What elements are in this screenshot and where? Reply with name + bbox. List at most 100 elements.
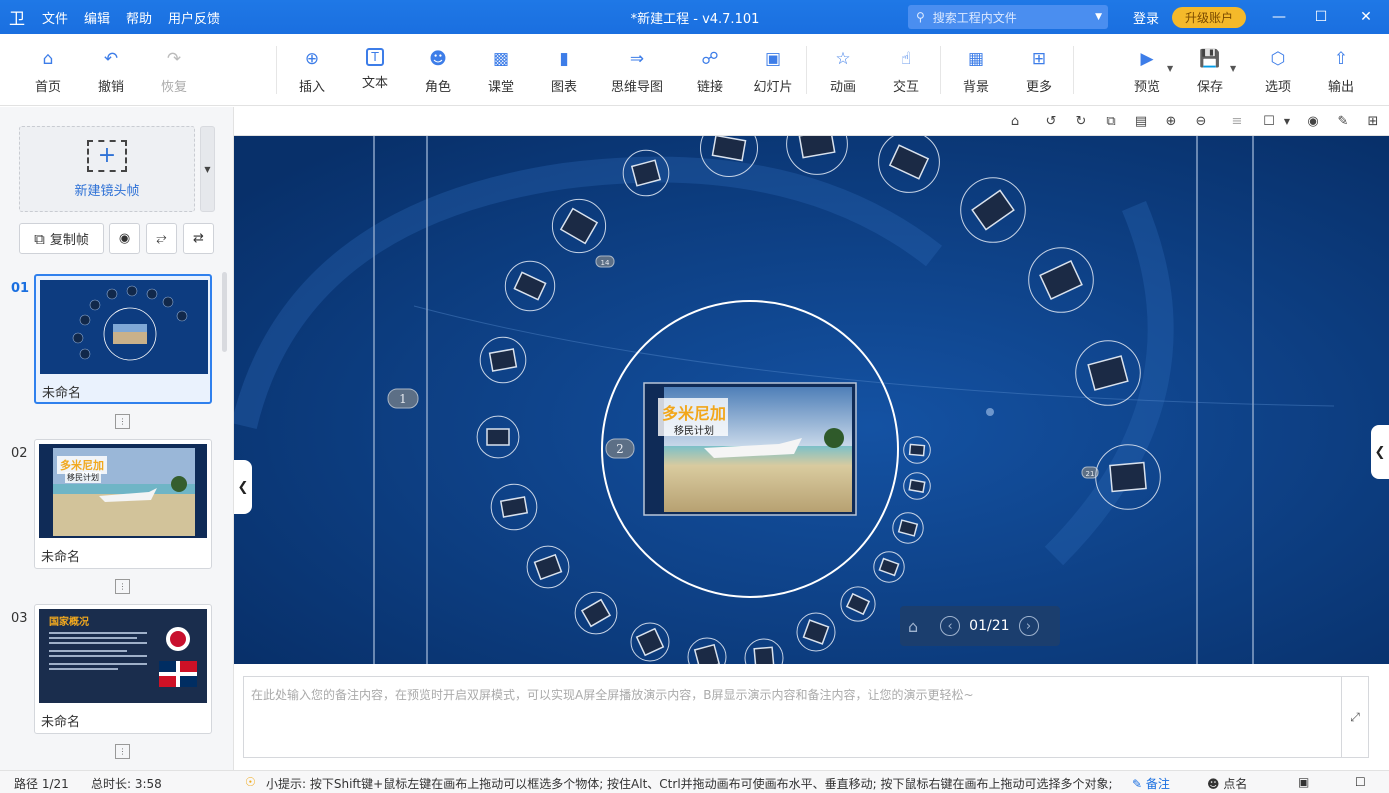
crop-icon[interactable]: ⊞ bbox=[1364, 112, 1382, 130]
chevron-down-icon[interactable]: ▼ bbox=[1095, 12, 1102, 22]
login-button[interactable]: 登录 bbox=[1133, 8, 1159, 27]
close-icon[interactable]: ✕ bbox=[1343, 0, 1389, 34]
zoom-in-icon[interactable]: ⊕ bbox=[1162, 112, 1180, 130]
menu-bar: 文件 编辑 帮助 用户反馈 bbox=[34, 8, 228, 27]
fit-frame-icon[interactable]: ⥂ bbox=[146, 223, 177, 254]
home-label: 首页 bbox=[34, 80, 61, 95]
transition-icon[interactable]: ⋮ bbox=[115, 414, 130, 429]
paste-icon[interactable]: ▤ bbox=[1132, 112, 1150, 130]
home-icon: ⌂ bbox=[42, 49, 54, 69]
search-input[interactable]: ⚲ 搜索工程内文件 ▼ bbox=[908, 5, 1108, 29]
frame-counter: 01/21 bbox=[969, 618, 1010, 634]
link-button[interactable]: ☍ 链接 bbox=[680, 48, 740, 96]
slide-thumbnail[interactable]: 国家概况 未命名 bbox=[34, 604, 212, 734]
export-button[interactable]: ⇧ 输出 bbox=[1311, 48, 1371, 96]
slide-name: 未命名 bbox=[42, 386, 82, 401]
redo-label: 恢复 bbox=[160, 80, 187, 95]
slide-subtitle: 移民计划 bbox=[65, 472, 101, 483]
copy-icon[interactable]: ⧉ bbox=[1102, 112, 1120, 130]
class-button[interactable]: ▩ 课堂 bbox=[471, 48, 531, 96]
camera-icon[interactable]: ◉ bbox=[1304, 112, 1322, 130]
path-indicator: 路径 1/21 bbox=[14, 777, 69, 791]
frame-thumbnail[interactable] bbox=[499, 496, 529, 518]
slides-label: 幻灯片 bbox=[753, 80, 793, 95]
camera-icon[interactable]: ◉ bbox=[109, 223, 140, 254]
main-title[interactable]: 多米尼加 bbox=[662, 404, 726, 423]
scrollbar[interactable] bbox=[222, 272, 227, 352]
chart-button[interactable]: ▮ 图表 bbox=[534, 48, 594, 96]
rollcall-button[interactable]: ☻ 点名 bbox=[1207, 775, 1247, 792]
rotate-left-icon[interactable]: ↺ bbox=[1042, 112, 1060, 130]
frame-thumbnail[interactable] bbox=[1109, 461, 1147, 493]
rotate-right-icon[interactable]: ↻ bbox=[1072, 112, 1090, 130]
zoom-out-icon[interactable]: ⊖ bbox=[1192, 112, 1210, 130]
home-icon[interactable]: ⌂ bbox=[1006, 112, 1024, 130]
frame-thumbnail[interactable] bbox=[753, 646, 775, 664]
editing-canvas[interactable]: 1 2 多米尼加 移民计划 14 21 bbox=[234, 136, 1389, 664]
redo-button[interactable]: ↷ 恢复 bbox=[144, 48, 204, 96]
total-duration: 总时长: 3:58 bbox=[91, 777, 162, 791]
copy-frame-button[interactable]: ⧉ 复制帧 bbox=[19, 223, 104, 254]
canvas-toolbar: ⌂ ↺ ↻ ⧉ ▤ ⊕ ⊖ ≡ ☐ ▼ ◉ ✎ ⊞ bbox=[234, 107, 1389, 136]
frame-thumbnail[interactable] bbox=[486, 428, 510, 446]
collapse-left-icon[interactable]: ❮ bbox=[234, 460, 252, 514]
collapse-right-icon[interactable]: ❮ bbox=[1371, 425, 1389, 479]
notes-toggle[interactable]: ✎ 备注 bbox=[1132, 775, 1170, 792]
chevron-down-icon[interactable]: ▼ bbox=[1167, 64, 1173, 73]
text-button[interactable]: T 文本 bbox=[345, 48, 405, 96]
main-subtitle[interactable]: 移民计划 bbox=[674, 424, 714, 437]
chevron-down-icon[interactable]: ▼ bbox=[1278, 112, 1296, 130]
interact-button[interactable]: ☝ 交互 bbox=[876, 48, 936, 96]
edit-icon[interactable]: ✎ bbox=[1334, 112, 1352, 130]
overview-preview bbox=[40, 280, 208, 374]
slides-button[interactable]: ▣ 幻灯片 bbox=[743, 48, 803, 96]
upgrade-button[interactable]: 升级账户 bbox=[1172, 7, 1246, 28]
chevron-down-icon[interactable]: ▼ bbox=[1230, 64, 1236, 73]
transition-icon[interactable]: ⋮ bbox=[115, 744, 130, 759]
new-frame-button[interactable]: + 新建镜头帧 bbox=[19, 126, 195, 212]
screen-icon[interactable]: ▣ bbox=[1298, 775, 1309, 789]
export-label: 输出 bbox=[1327, 80, 1354, 95]
mindmap-button[interactable]: ⇒ 思维导图 bbox=[607, 48, 667, 96]
menu-feedback[interactable]: 用户反馈 bbox=[160, 8, 228, 27]
slide-thumbnail[interactable]: 未命名 bbox=[34, 274, 212, 404]
home-icon[interactable]: ⌂ bbox=[908, 617, 918, 636]
expand-icon[interactable]: ⤢ bbox=[1342, 676, 1369, 758]
menu-help[interactable]: 帮助 bbox=[118, 8, 160, 27]
lock-icon[interactable]: ☐ bbox=[1260, 112, 1278, 130]
role-button[interactable]: ☻ 角色 bbox=[408, 48, 468, 96]
maximize-icon[interactable]: ☐ bbox=[1298, 0, 1344, 34]
text-label: 文本 bbox=[361, 76, 388, 91]
frame-thumbnail[interactable] bbox=[908, 478, 926, 494]
align-icon[interactable]: ≡ bbox=[1228, 112, 1246, 130]
insert-button[interactable]: ⊕ 插入 bbox=[282, 48, 342, 96]
frame-thumbnail[interactable] bbox=[488, 348, 518, 372]
menu-edit[interactable]: 编辑 bbox=[76, 8, 118, 27]
notes-input[interactable]: 在此处输入您的备注内容，在预览时开启双屏模式，可以实现A屏全屏播放演示内容，B屏… bbox=[243, 676, 1342, 758]
more-button[interactable]: ⊞ 更多 bbox=[1009, 48, 1069, 96]
toolbar-divider bbox=[276, 46, 277, 94]
undo-button[interactable]: ↶ 撤销 bbox=[81, 48, 141, 96]
animation-button[interactable]: ☆ 动画 bbox=[813, 48, 873, 96]
center-dot bbox=[986, 408, 994, 416]
copy-icon: ⧉ bbox=[34, 229, 45, 248]
frame-thumbnail[interactable] bbox=[711, 136, 747, 162]
slide-thumbnail[interactable]: 多米尼加 移民计划 未命名 bbox=[34, 439, 212, 569]
menu-file[interactable]: 文件 bbox=[34, 8, 76, 27]
app-logo-icon: 卫 bbox=[8, 9, 25, 28]
unlock-icon[interactable]: ☐ bbox=[1355, 775, 1366, 789]
frames-panel: + 新建镜头帧 ▼ ⧉ 复制帧 ◉ ⥂ ⇄ 01 未命名 ⋮ 02 多米尼加 移… bbox=[0, 107, 234, 770]
star-icon: ☆ bbox=[835, 49, 851, 69]
add-frame-icon: + bbox=[87, 139, 127, 172]
transition-icon[interactable]: ⋮ bbox=[115, 579, 130, 594]
prev-frame-icon[interactable]: ‹ bbox=[940, 616, 961, 636]
next-frame-icon[interactable]: › bbox=[1018, 616, 1039, 636]
frame-thumbnail[interactable] bbox=[908, 443, 926, 457]
switch-icon[interactable]: ⇄ bbox=[183, 223, 214, 254]
chevron-down-icon[interactable]: ▼ bbox=[200, 126, 215, 212]
home-button[interactable]: ⌂ 首页 bbox=[18, 48, 78, 96]
search-icon: ⚲ bbox=[916, 10, 925, 24]
minimize-icon[interactable]: — bbox=[1256, 0, 1302, 34]
options-button[interactable]: ⬡ 选项 bbox=[1248, 48, 1308, 96]
background-button[interactable]: ▦ 背景 bbox=[946, 48, 1006, 96]
